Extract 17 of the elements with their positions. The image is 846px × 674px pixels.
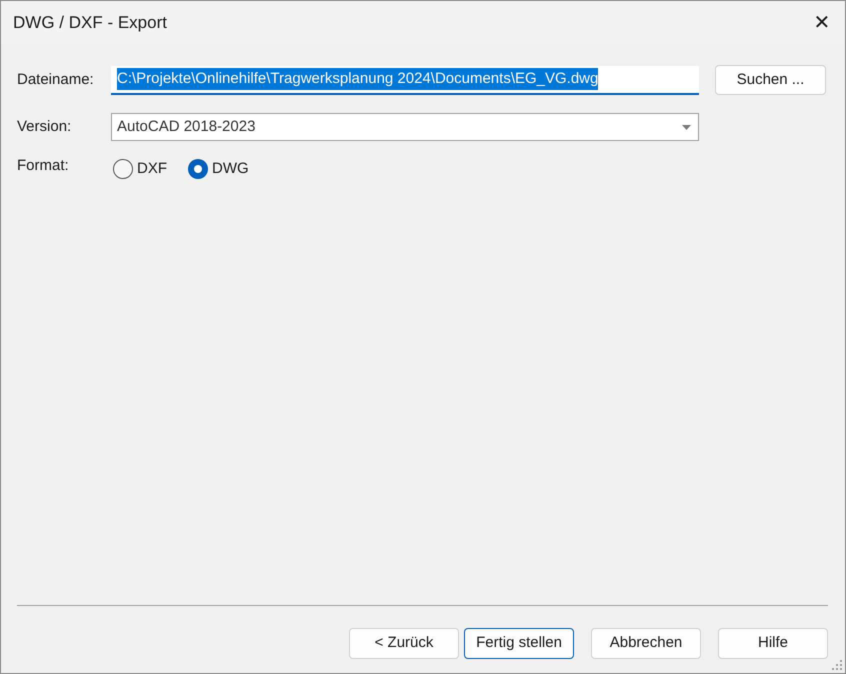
dialog-button[interactable]: < Zurück <box>349 628 459 659</box>
format-radio[interactable]: DXF <box>113 158 167 180</box>
browse-button[interactable]: Suchen ... <box>715 65 826 95</box>
field-label: Version: <box>17 116 72 137</box>
dialog-button[interactable]: Hilfe <box>718 628 828 659</box>
dropdown-arrow-icon <box>682 124 691 130</box>
window-title: DWG / DXF - Export <box>13 12 167 34</box>
format-radio[interactable]: DWG <box>188 158 249 180</box>
resize-grip-icon[interactable] <box>832 660 842 670</box>
dialog-button[interactable]: Abbrechen <box>591 628 701 659</box>
dialog-button[interactable]: Fertig stellen <box>464 628 574 659</box>
field-label: Format: <box>17 156 70 176</box>
field-value: C:\Projekte\Onlinehilfe\Tragwerksplanung 2024\Documents\EG_VG.dwg <box>117 68 598 90</box>
version-dropdown[interactable]: AutoCAD 2018-2023 <box>111 113 699 141</box>
filename-field[interactable]: C:\Projekte\Onlinehilfe\Tragwerksplanung 2024\Documents\EG_VG.dwg <box>111 66 699 94</box>
field-label: Dateiname: <box>17 70 95 90</box>
close-button[interactable]: ✕ <box>799 1 845 44</box>
